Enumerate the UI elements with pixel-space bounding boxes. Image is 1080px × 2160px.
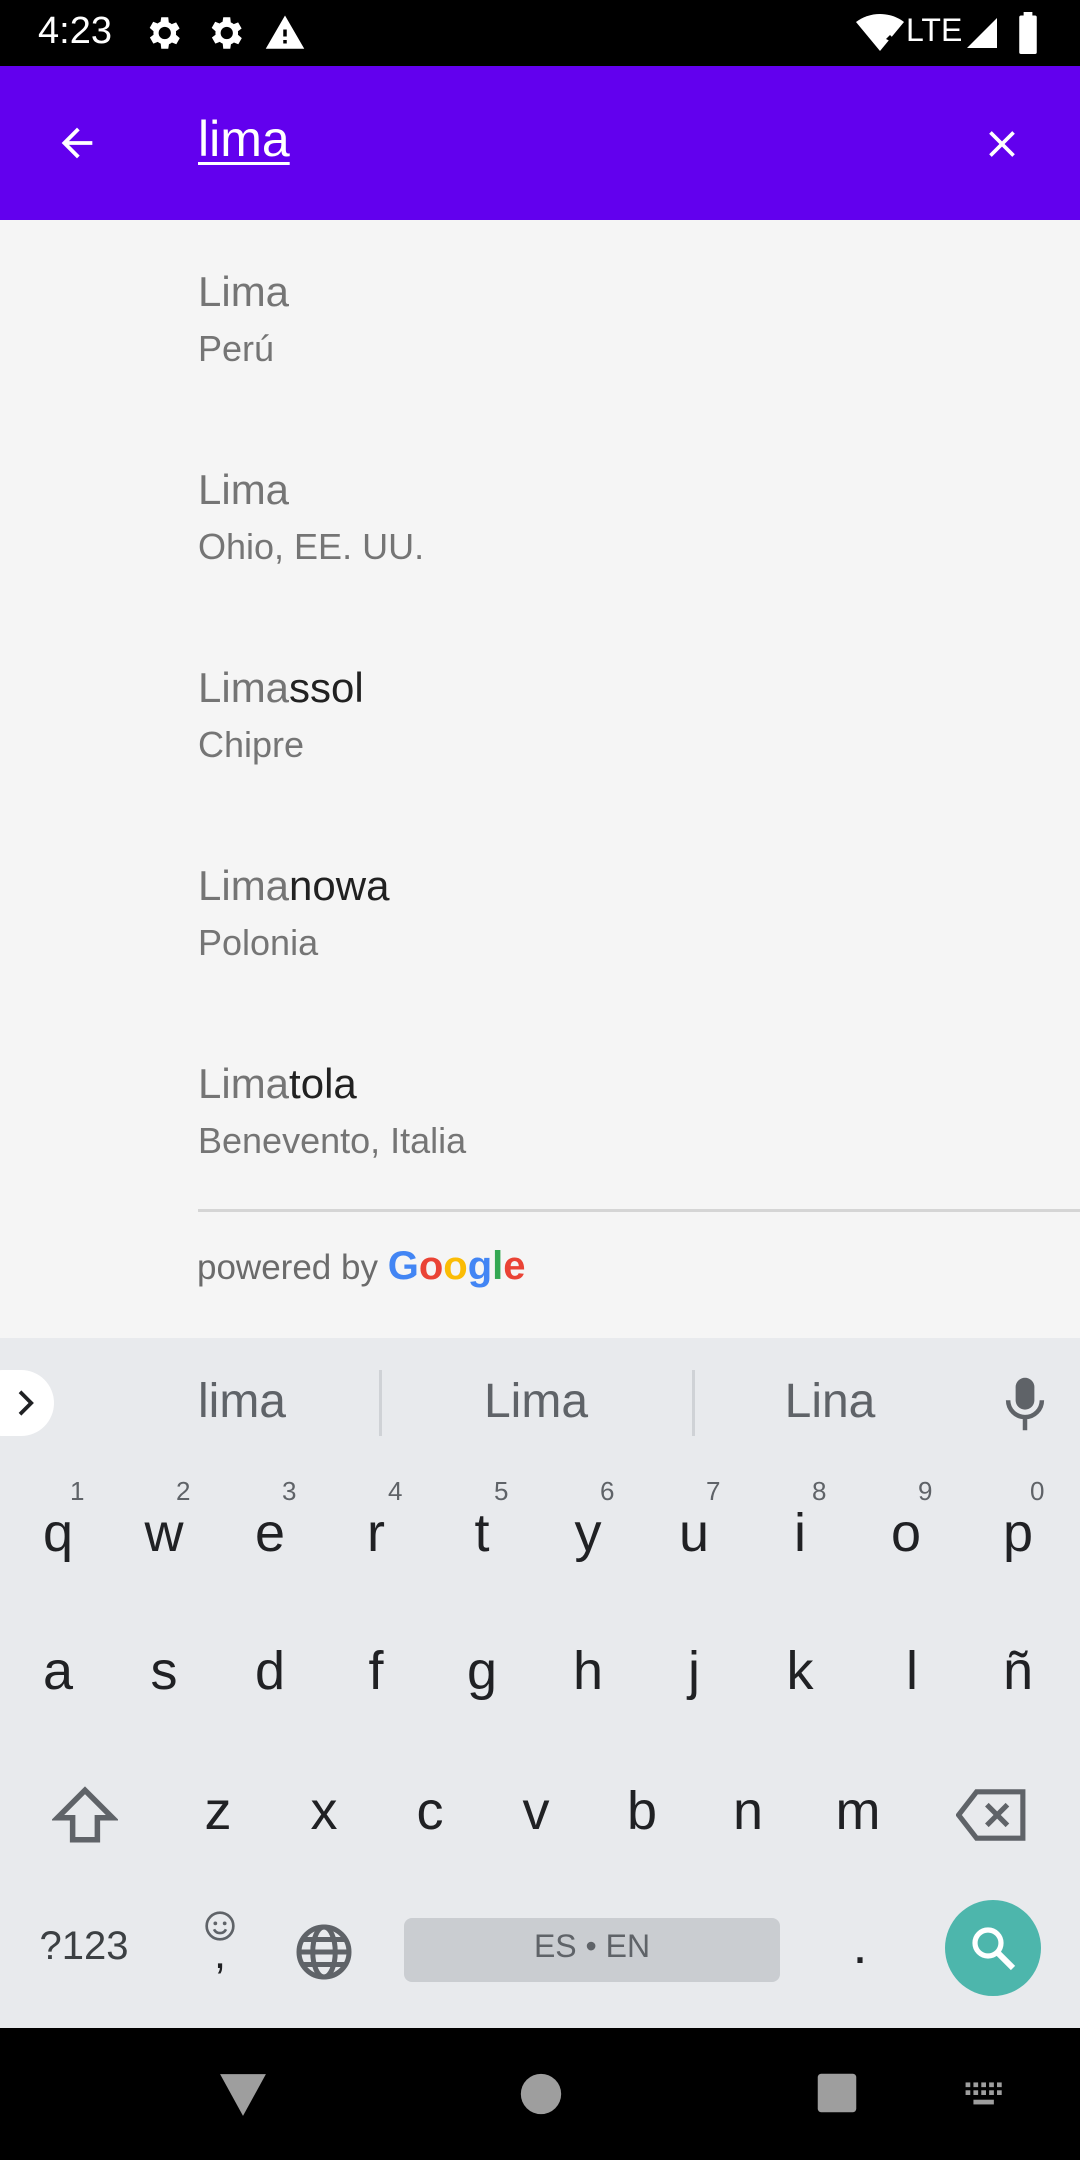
- status-bar: 4:23 LTE: [0, 0, 1080, 66]
- key[interactable]: v: [486, 1780, 586, 1842]
- search-icon: [972, 1927, 1016, 1971]
- network-type: LTE: [906, 12, 963, 48]
- suggestion-item[interactable]: Lina: [700, 1374, 960, 1429]
- key[interactable]: h: [538, 1640, 638, 1702]
- key[interactable]: t5: [432, 1476, 532, 1564]
- backspace-icon[interactable]: [956, 1788, 1028, 1842]
- key[interactable]: d: [220, 1640, 320, 1702]
- result-item[interactable]: Lima Ohio, EE. UU.: [198, 418, 1058, 616]
- key[interactable]: f: [326, 1640, 426, 1702]
- suggestion-item[interactable]: Lima: [406, 1374, 666, 1429]
- gear-icon: [211, 17, 242, 49]
- key[interactable]: z: [168, 1780, 268, 1842]
- key[interactable]: e3: [220, 1476, 320, 1564]
- close-icon[interactable]: [980, 122, 1024, 166]
- warning-icon: [265, 15, 305, 49]
- key[interactable]: o9: [856, 1476, 956, 1564]
- powered-by-google: powered by Google: [197, 1244, 526, 1289]
- key[interactable]: y6: [538, 1476, 638, 1564]
- key[interactable]: i8: [750, 1476, 850, 1564]
- autocomplete-results: Lima Perú Lima Ohio, EE. UU. Limassol Ch…: [0, 220, 1080, 1338]
- emoji-comma-key[interactable]: ,: [196, 1910, 244, 1990]
- key[interactable]: b: [592, 1780, 692, 1842]
- result-title: Lima: [198, 466, 290, 513]
- space-bar[interactable]: ES • EN: [404, 1918, 780, 1982]
- result-title: Lima: [198, 268, 290, 315]
- key[interactable]: q1: [8, 1476, 108, 1564]
- key[interactable]: c: [380, 1780, 480, 1842]
- result-subtitle: Polonia: [198, 922, 319, 963]
- result-item[interactable]: Limassol Chipre: [198, 616, 1058, 814]
- search-input[interactable]: lima: [198, 110, 290, 168]
- result-item[interactable]: Limanowa Polonia: [198, 814, 1058, 1012]
- back-nav-icon[interactable]: [218, 2072, 268, 2118]
- key[interactable]: ñ: [968, 1640, 1068, 1702]
- key[interactable]: m: [808, 1780, 908, 1842]
- key[interactable]: w2: [114, 1476, 214, 1564]
- result-item[interactable]: Lima Perú: [198, 220, 1058, 418]
- battery-icon: [1019, 12, 1037, 54]
- divider: [692, 1370, 695, 1436]
- key[interactable]: r4: [326, 1476, 426, 1564]
- result-subtitle: Perú: [198, 328, 275, 369]
- microphone-icon[interactable]: [1002, 1374, 1048, 1434]
- arrow-back-icon[interactable]: [52, 120, 102, 166]
- search-key[interactable]: [945, 1900, 1041, 1996]
- key[interactable]: s: [114, 1640, 214, 1702]
- result-title: Limatola: [198, 1060, 357, 1107]
- result-title: Limanowa: [198, 862, 390, 909]
- powered-by-label: powered by: [197, 1248, 378, 1287]
- result-title: Limassol: [198, 664, 364, 711]
- result-subtitle: Ohio, EE. UU.: [198, 526, 425, 567]
- result-subtitle: Benevento, Italia: [198, 1120, 467, 1161]
- suggestion-strip: lima Lima Lina: [0, 1338, 1080, 1462]
- google-logo: Google: [387, 1244, 526, 1288]
- key[interactable]: a: [8, 1640, 108, 1702]
- wifi-icon: [856, 14, 904, 51]
- soft-keyboard: lima Lima Lina q1 w2 e3 r4 t5 y6 u7 i8 o…: [0, 1338, 1080, 2028]
- key[interactable]: p0: [968, 1476, 1068, 1564]
- recents-nav-icon[interactable]: [816, 2072, 858, 2114]
- key[interactable]: g: [432, 1640, 532, 1702]
- divider: [198, 1209, 1080, 1212]
- space-label: ES • EN: [533, 1928, 651, 1964]
- chevron-right-icon: [18, 1390, 34, 1416]
- status-time: 4:23: [38, 10, 112, 52]
- keyboard-switch-icon[interactable]: [964, 2080, 1008, 2110]
- period-key[interactable]: .: [810, 1914, 910, 1976]
- key[interactable]: j: [644, 1640, 744, 1702]
- key[interactable]: u7: [644, 1476, 744, 1564]
- navigation-bar: [0, 2028, 1080, 2160]
- expand-toolbar-button[interactable]: [0, 1370, 54, 1436]
- key[interactable]: n: [698, 1780, 798, 1842]
- signal-icon: [967, 18, 997, 48]
- search-app-bar: lima: [0, 66, 1080, 220]
- result-item[interactable]: Limatola Benevento, Italia: [198, 1012, 1058, 1210]
- suggestion-item[interactable]: lima: [112, 1374, 372, 1429]
- globe-icon[interactable]: [294, 1922, 354, 1982]
- home-nav-icon[interactable]: [519, 2072, 563, 2116]
- result-subtitle: Chipre: [198, 724, 305, 765]
- gear-icon: [149, 17, 180, 49]
- key[interactable]: l: [862, 1640, 962, 1702]
- divider: [379, 1370, 382, 1436]
- key[interactable]: k: [750, 1640, 850, 1702]
- key[interactable]: x: [274, 1780, 374, 1842]
- symbols-key[interactable]: ?123: [34, 1924, 134, 1969]
- shift-icon[interactable]: [52, 1784, 118, 1846]
